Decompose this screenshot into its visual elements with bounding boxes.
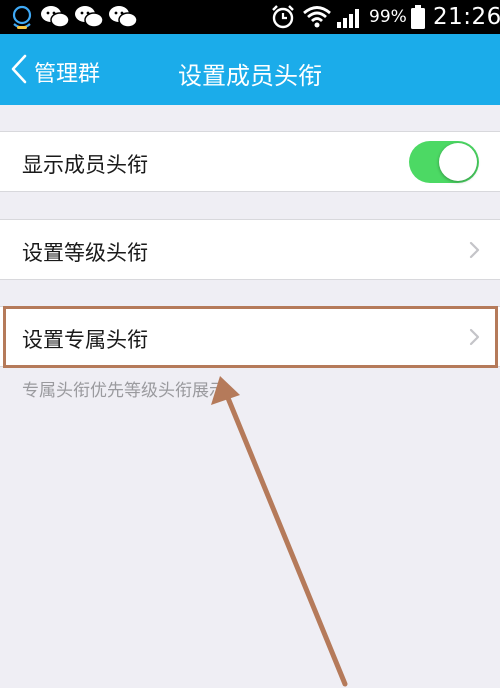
screen: 99% 21:26 管理群 设置成员头衔 显示成员头衔 设置等级头衔 设置专属头… [0,0,500,688]
annotation-arrow [211,376,348,687]
